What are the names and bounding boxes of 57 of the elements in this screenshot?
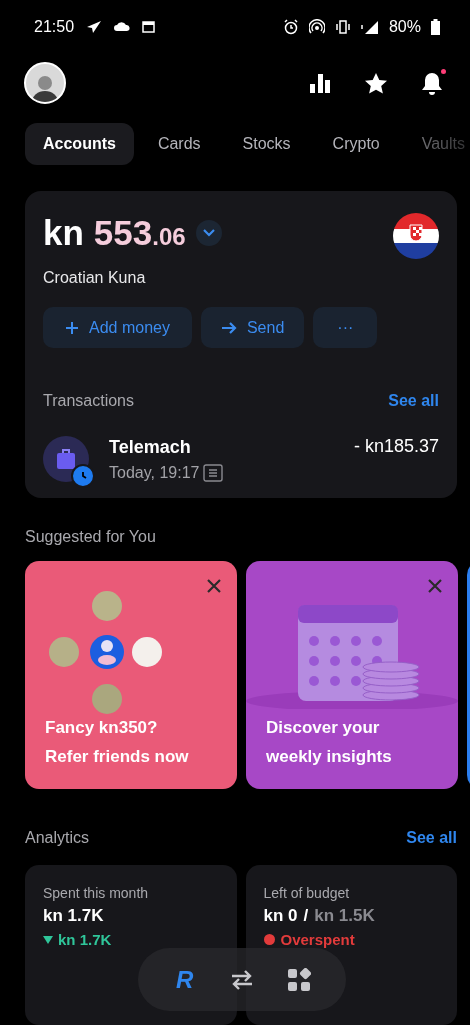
transaction-amount: - kn185.37 — [353, 436, 439, 457]
spent-value: kn 1.7K — [43, 906, 104, 926]
battery-icon — [431, 18, 440, 35]
hotspot-icon — [308, 18, 325, 35]
add-money-button[interactable]: Add money — [43, 307, 192, 348]
change-value: kn 1.7K — [58, 931, 112, 948]
section-title: Analytics — [25, 829, 90, 847]
tab[interactable]: Crypto — [314, 122, 398, 165]
close-icon[interactable] — [207, 579, 221, 593]
balance-integer: 553 — [93, 213, 153, 253]
vibrate-icon — [334, 18, 351, 35]
budget-left-value: kn 0 — [263, 906, 298, 926]
balance-decimals: .06 — [152, 223, 186, 251]
avatar[interactable] — [24, 62, 66, 105]
status-time: 21:50 — [34, 17, 75, 36]
hub-tab[interactable] — [285, 967, 314, 992]
battery-percent: 80% — [388, 17, 421, 36]
promo-card[interactable]: Discover your weekly insights — [246, 561, 458, 789]
promo-subtitle: Refer friends now — [45, 746, 190, 768]
home-tab[interactable]: R — [170, 965, 199, 994]
card-label: Spent this month — [43, 885, 150, 901]
arrow-right-icon — [220, 321, 237, 334]
down-triangle-icon — [43, 935, 53, 944]
plus-icon — [65, 320, 79, 335]
overspent-status: Overspent — [280, 931, 355, 948]
flag-icon — [393, 213, 439, 259]
see-all-link[interactable]: See all — [388, 392, 439, 410]
cloud-icon — [114, 21, 131, 33]
separator-text: / — [303, 906, 309, 926]
section-title: Transactions — [43, 392, 134, 410]
close-icon[interactable] — [428, 579, 442, 593]
card-label: Left of budget — [263, 885, 351, 901]
merchant-name: Telemach — [109, 436, 192, 458]
send-button[interactable]: Send — [200, 307, 305, 348]
window-icon — [142, 20, 156, 33]
tab[interactable]: Stocks — [224, 122, 309, 165]
currency-name: Croatian Kuna — [43, 269, 147, 287]
section-title: Suggested for You — [25, 528, 156, 546]
budget-total-value: kn 1.5K — [314, 906, 375, 926]
transaction-time: Today, 19:17 — [109, 463, 200, 482]
transaction-row[interactable]: Telemach Today, 19:17 - kn185.37 — [43, 436, 439, 482]
more-button[interactable]: ··· — [313, 307, 378, 348]
see-all-link[interactable]: See all — [406, 829, 457, 847]
chevron-down-icon[interactable] — [195, 220, 222, 246]
promo-title: Discover your — [266, 717, 381, 739]
tab[interactable]: Accounts — [25, 122, 134, 165]
tab[interactable]: Cards — [139, 122, 219, 165]
promo-card[interactable]: Fancy kn350? Refer friends now — [25, 561, 237, 789]
promo-subtitle: weekly insights — [266, 746, 393, 768]
status-dot — [263, 934, 275, 945]
grid-shapes-icon — [287, 967, 312, 992]
briefcase-icon — [56, 448, 76, 470]
currency-symbol: kn — [43, 213, 84, 253]
alarm-icon — [282, 18, 299, 35]
promo-title: Fancy kn350? — [45, 717, 159, 739]
transfer-arrows-icon — [229, 968, 255, 991]
paper-plane-icon — [86, 19, 103, 34]
